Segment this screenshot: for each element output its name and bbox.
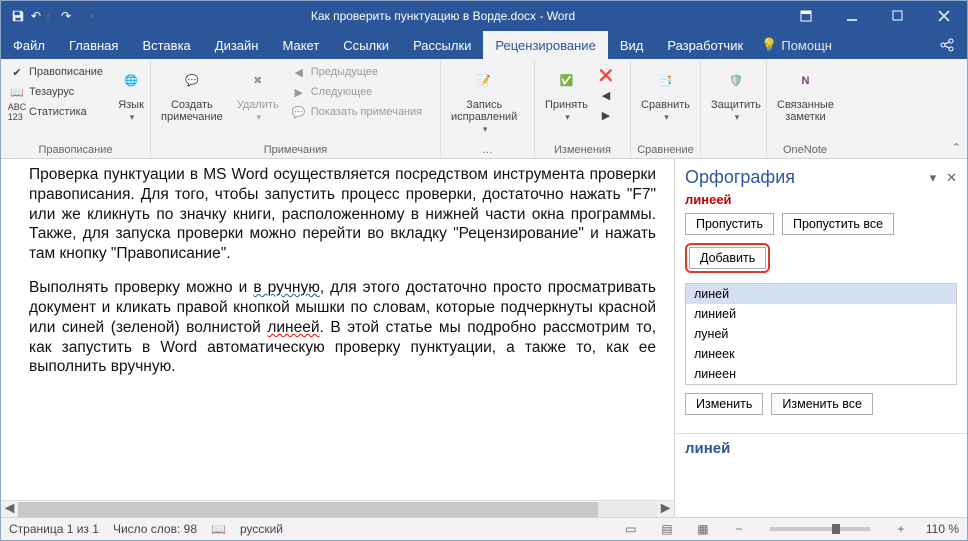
paragraph: Выполнять проверку можно и в ручную, для… (29, 278, 656, 377)
spelling-button[interactable]: ✔Правописание (7, 63, 105, 81)
spelling-pane: Орфография ▾ ✕ линеей Пропустить Пропуст… (674, 159, 967, 517)
tab-mailings[interactable]: Рассылки (401, 31, 483, 59)
delete-comment-button[interactable]: ✖Удалить▾ (233, 63, 283, 125)
language-indicator[interactable]: русский (240, 522, 283, 536)
qat-customize-icon[interactable]: ▾ (81, 5, 103, 27)
window-title: Как проверить пунктуацию в Ворде.docx - … (103, 9, 783, 23)
tell-me[interactable]: 💡 Помощн (761, 37, 832, 53)
reject-icon[interactable]: ❌ (598, 67, 614, 83)
tab-home[interactable]: Главная (57, 31, 130, 59)
tab-references[interactable]: Ссылки (331, 31, 401, 59)
suggestion-item[interactable]: линей (686, 284, 956, 304)
save-icon[interactable] (7, 5, 29, 27)
new-comment-button[interactable]: 💬Создать примечание (157, 63, 227, 125)
tab-layout[interactable]: Макет (270, 31, 331, 59)
group-onenote-label: OneNote (773, 142, 837, 156)
spelling-error: линеей (267, 319, 319, 336)
group-proofing-label: Правописание (7, 142, 144, 156)
web-layout-icon[interactable]: ▦ (692, 520, 714, 538)
change-button[interactable]: Изменить (685, 393, 763, 415)
pane-close-icon[interactable]: ✕ (946, 170, 957, 186)
scroll-right-icon[interactable]: ► (657, 501, 674, 518)
suggestion-item[interactable]: линией (686, 304, 956, 324)
ignore-all-button[interactable]: Пропустить все (782, 213, 894, 235)
group-tracking-label: … (447, 142, 528, 156)
ignore-button[interactable]: Пропустить (685, 213, 774, 235)
misspelled-word: линеей (675, 190, 967, 213)
definition-word: линей (675, 440, 967, 457)
suggestions-list: линей линией луней линеек линеен (685, 283, 957, 385)
read-mode-icon[interactable]: ▭ (620, 520, 642, 538)
document-area[interactable]: Проверка пунктуации в MS Word осуществля… (1, 159, 674, 517)
onenote-button[interactable]: NСвязанные заметки (773, 63, 838, 125)
title-bar: ↶▾ ↷ ▾ Как проверить пунктуацию в Ворде.… (1, 1, 967, 31)
tab-file[interactable]: Файл (1, 31, 57, 59)
maximize-icon[interactable] (875, 1, 921, 31)
share-icon[interactable] (927, 37, 967, 53)
tab-insert[interactable]: Вставка (130, 31, 202, 59)
show-comments-button[interactable]: 💬Показать примечания (289, 103, 424, 121)
page-indicator[interactable]: Страница 1 из 1 (9, 522, 99, 536)
next-comment-button[interactable]: ▶Следующее (289, 83, 424, 101)
tab-view[interactable]: Вид (608, 31, 656, 59)
minimize-icon[interactable] (829, 1, 875, 31)
scroll-thumb[interactable] (18, 502, 598, 517)
zoom-slider[interactable] (770, 527, 870, 531)
menu-bar: Файл Главная Вставка Дизайн Макет Ссылки… (1, 31, 967, 59)
add-to-dictionary-button[interactable]: Добавить (689, 247, 766, 269)
collapse-ribbon-icon[interactable]: ⌃ (952, 141, 961, 154)
suggestion-item[interactable]: луней (686, 324, 956, 344)
status-bar: Страница 1 из 1 Число слов: 98 📖 русский… (1, 517, 967, 540)
proofing-icon[interactable]: 📖 (211, 522, 226, 536)
prev-comment-button[interactable]: ◀Предыдущее (289, 63, 424, 81)
pane-title: Орфография (685, 167, 795, 188)
protect-button[interactable]: 🛡️Защитить▾ (707, 63, 765, 125)
word-count[interactable]: Число слов: 98 (113, 522, 197, 536)
suggestion-item[interactable]: линеек (686, 344, 956, 364)
ribbon-display-icon[interactable] (783, 1, 829, 31)
undo-icon[interactable]: ↶▾ (31, 5, 53, 27)
accept-button[interactable]: ✅Принять▾ (541, 63, 592, 125)
track-changes-button[interactable]: 📝Запись исправлений▾ (447, 63, 521, 137)
prev-change-icon[interactable]: ◀ (598, 87, 614, 103)
close-icon[interactable] (921, 1, 967, 31)
zoom-level[interactable]: 110 % (926, 522, 959, 536)
language-button[interactable]: 🌐Язык▾ (111, 63, 151, 125)
redo-icon[interactable]: ↷ (55, 5, 77, 27)
zoom-in-icon[interactable]: + (890, 520, 912, 538)
horizontal-scrollbar[interactable]: ◄ ► (1, 500, 674, 517)
tab-design[interactable]: Дизайн (203, 31, 271, 59)
scroll-left-icon[interactable]: ◄ (1, 501, 18, 518)
suggestion-item[interactable]: линеен (686, 364, 956, 384)
zoom-out-icon[interactable]: − (728, 520, 750, 538)
next-change-icon[interactable]: ▶ (598, 107, 614, 123)
group-comments-label: Примечания (157, 142, 434, 156)
change-all-button[interactable]: Изменить все (771, 393, 873, 415)
word-count-button[interactable]: ABC123Статистика (7, 103, 105, 121)
group-changes-label: Изменения (541, 142, 624, 156)
thesaurus-button[interactable]: 📖Тезаурус (7, 83, 105, 101)
print-layout-icon[interactable]: ▤ (656, 520, 678, 538)
group-compare-label: Сравнение (637, 142, 694, 156)
compare-button[interactable]: 📑Сравнить▾ (637, 63, 694, 125)
tab-review[interactable]: Рецензирование (483, 31, 607, 59)
tab-developer[interactable]: Разработчик (655, 31, 755, 59)
pane-menu-icon[interactable]: ▾ (930, 170, 937, 186)
paragraph: Проверка пунктуации в MS Word осуществля… (29, 165, 656, 264)
grammar-error: в ручную (253, 279, 319, 296)
ribbon: ✔Правописание 📖Тезаурус ABC123Статистика… (1, 59, 967, 159)
